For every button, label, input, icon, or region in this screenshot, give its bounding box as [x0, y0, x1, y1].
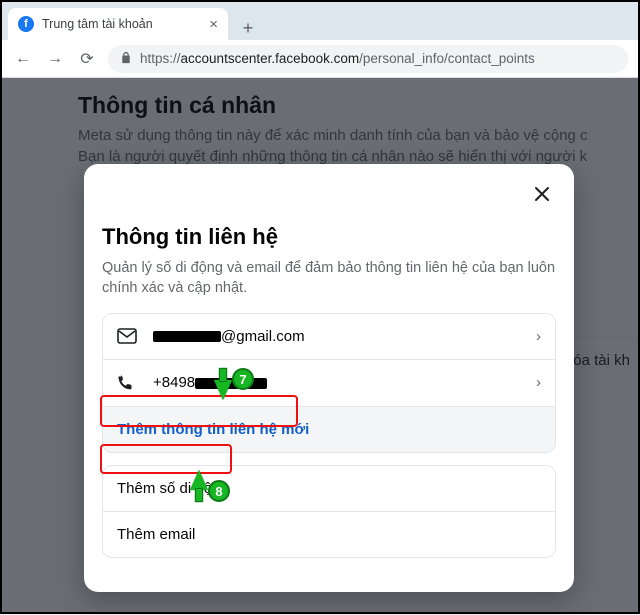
dialog-title: Thông tin liên hệ [102, 224, 556, 250]
new-tab-button[interactable]: + [234, 14, 262, 42]
contact-list: @gmail.com › +8498 › Thêm thông tin liên… [102, 313, 556, 453]
url-text: https://accountscenter.facebook.com/pers… [140, 51, 535, 66]
add-new-contact-label: Thêm thông tin liên hệ mới [117, 421, 309, 438]
phone-value: +8498 [153, 374, 267, 391]
contact-row-phone[interactable]: +8498 › [103, 359, 555, 406]
chevron-right-icon: › [536, 374, 541, 391]
tab-title: Trung tâm tài khoản [42, 17, 153, 31]
add-email-button[interactable]: Thêm email [103, 511, 555, 557]
back-icon[interactable]: ← [12, 50, 34, 68]
address-bar[interactable]: https://accountscenter.facebook.com/pers… [108, 45, 628, 73]
close-button[interactable] [526, 178, 558, 210]
facebook-favicon: f [18, 16, 34, 32]
add-email-label: Thêm email [117, 526, 195, 543]
add-phone-label: Thêm số di động [117, 480, 229, 497]
browser-tab[interactable]: f Trung tâm tài khoản × [8, 8, 228, 40]
phone-icon [117, 374, 139, 392]
browser-tab-bar: f Trung tâm tài khoản × + [2, 2, 638, 40]
add-new-contact-button[interactable]: Thêm thông tin liên hệ mới [103, 406, 555, 452]
dialog-subtitle: Quản lý số di động và email để đảm bảo t… [102, 258, 556, 299]
close-icon [532, 184, 552, 204]
add-phone-button[interactable]: Thêm số di động [103, 466, 555, 511]
add-options-list: Thêm số di động Thêm email [102, 465, 556, 558]
lock-icon [120, 51, 132, 67]
email-value: @gmail.com [153, 328, 305, 345]
chevron-right-icon: › [536, 328, 541, 345]
forward-icon[interactable]: → [44, 50, 66, 68]
reload-icon[interactable]: ⟳ [76, 49, 98, 69]
browser-toolbar: ← → ⟳ https://accountscenter.facebook.co… [2, 40, 638, 78]
tab-close-icon[interactable]: × [209, 16, 218, 33]
email-icon [117, 328, 139, 344]
contact-row-email[interactable]: @gmail.com › [103, 314, 555, 359]
contact-info-dialog: Thông tin liên hệ Quản lý số di động và … [84, 164, 574, 592]
